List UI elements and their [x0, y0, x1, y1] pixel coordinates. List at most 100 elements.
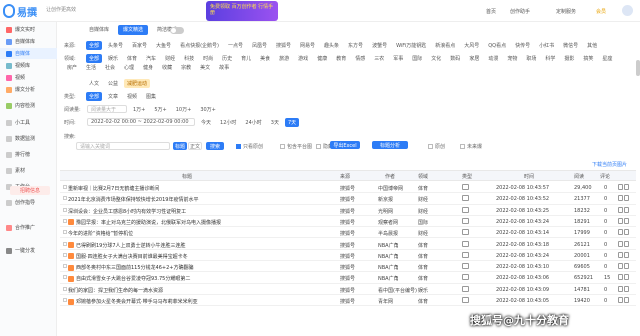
- table-row[interactable]: 邓婉蓓参加火星冬奥会开幕式·带手马马布莉菲米米利亚 搜狐号 青年网 体育 2022-02…: [60, 295, 636, 307]
- chip-source[interactable]: 网易号: [297, 41, 318, 50]
- tab-media-lib[interactable]: 自媒体库: [84, 25, 114, 35]
- copy-icon[interactable]: [618, 251, 623, 258]
- chip-source[interactable]: WiFi万能钥匙: [393, 41, 429, 50]
- chip-domain[interactable]: 宗教: [178, 63, 194, 72]
- sidebar-item-guide[interactable]: 创作指导: [0, 197, 57, 208]
- chip-domain[interactable]: 动漫: [485, 54, 501, 63]
- chip-domain[interactable]: 财经: [162, 54, 178, 63]
- nav-assistant[interactable]: 创作助手: [510, 8, 530, 15]
- chip-domain[interactable]: 健康: [314, 54, 330, 63]
- open-icon[interactable]: [624, 297, 629, 303]
- chip-source[interactable]: 波蟹号: [369, 41, 390, 50]
- copy-icon[interactable]: [618, 195, 623, 202]
- export-excel-button[interactable]: 导出Excel: [330, 141, 360, 149]
- title-analysis-button[interactable]: 标题分析: [372, 141, 408, 149]
- sidebar-item-video[interactable]: 视频: [0, 72, 57, 83]
- date-range-input[interactable]: 2022-02-02 00:00 ~ 2022-02-09 00:00: [87, 118, 195, 126]
- download-images-link[interactable]: 下载当前页图片: [592, 161, 627, 168]
- chip-time[interactable]: 7天: [284, 117, 300, 127]
- chip-domain[interactable]: 生活: [83, 63, 99, 72]
- scrollbar[interactable]: [636, 60, 640, 76]
- chip-domain[interactable]: 星座: [599, 54, 615, 63]
- sidebar-item-send[interactable]: 一键分发: [0, 245, 57, 256]
- sidebar-item-videolib[interactable]: 视频库: [0, 60, 57, 71]
- chip-domain[interactable]: 心理: [121, 63, 137, 72]
- chip-source[interactable]: 新浪看点: [432, 41, 458, 50]
- original-checkbox[interactable]: 原创: [428, 143, 445, 150]
- chip-domain[interactable]: 时尚: [200, 54, 216, 63]
- chip-source[interactable]: 小红书: [536, 41, 557, 50]
- chip-source[interactable]: 东方号: [345, 41, 366, 50]
- chip-domain[interactable]: 情感: [352, 54, 368, 63]
- chip-domain[interactable]: 人文: [86, 79, 102, 88]
- chip-source[interactable]: 其他: [584, 41, 600, 50]
- chip-domain[interactable]: 教育: [333, 54, 349, 63]
- chip-domain[interactable]: 汽车: [143, 54, 159, 63]
- chip-media[interactable]: 全部: [86, 91, 103, 101]
- chip-domain[interactable]: 美文: [197, 63, 213, 72]
- chip-source[interactable]: 全部: [86, 40, 103, 50]
- chip-read[interactable]: 5万+: [151, 105, 169, 114]
- sidebar-item-analysis[interactable]: 爆文分析: [0, 84, 57, 95]
- open-icon[interactable]: [624, 206, 629, 213]
- table-row[interactable]: 深圳设会：企业员工感恩8小时内有效学习性证明复工 搜狐号 光明网 财经 2022-02-…: [60, 205, 636, 216]
- chip-source[interactable]: 头条号: [105, 41, 126, 50]
- chip-media[interactable]: 图集: [143, 92, 159, 101]
- table-row[interactable]: 已得刷刷19分球7人上双勇士逆转小牛连胜三连胜 搜狐号 NBA广角 体育 2022-02…: [60, 239, 636, 250]
- copy-icon[interactable]: [618, 206, 623, 213]
- chip-domain[interactable]: 游戏: [295, 54, 311, 63]
- chip-source[interactable]: 看点快报(企鹅号): [177, 41, 222, 50]
- chip-time[interactable]: 今天: [198, 118, 214, 127]
- search-button[interactable]: 搜索: [206, 142, 224, 150]
- chip-media[interactable]: 文章: [105, 92, 121, 101]
- chip-source[interactable]: 一点号: [225, 41, 246, 50]
- chip-domain[interactable]: 家居: [466, 54, 482, 63]
- open-icon[interactable]: [624, 274, 629, 281]
- chip-domain[interactable]: 收藏: [159, 63, 175, 72]
- chip-source[interactable]: 趣头条: [321, 41, 342, 50]
- sidebar-item-rank[interactable]: 排行榜: [0, 149, 57, 160]
- open-icon[interactable]: [624, 229, 629, 236]
- chip-domain[interactable]: 全部: [86, 54, 103, 63]
- chip-domain[interactable]: 公益: [105, 79, 121, 88]
- sidebar-item-monitor[interactable]: 数据监测: [0, 133, 57, 144]
- chip-source[interactable]: 搜狐号: [273, 41, 294, 50]
- open-icon[interactable]: [624, 251, 629, 258]
- row-checkbox[interactable]: [63, 286, 67, 291]
- chip-domain[interactable]: 摄影: [561, 54, 577, 63]
- chip-read[interactable]: 10万+: [173, 105, 195, 114]
- copy-icon[interactable]: [618, 217, 623, 224]
- chip-read[interactable]: 1万+: [130, 105, 148, 114]
- row-checkbox[interactable]: [63, 241, 67, 246]
- table-row[interactable]: 国服·四连胜女子大满台决赛目前谁最美得宝超卡冬 搜狐号 NBA广角 体育 2022-02…: [60, 250, 636, 262]
- chip-domain[interactable]: 健身: [140, 63, 156, 72]
- copy-icon[interactable]: [618, 240, 623, 247]
- open-icon[interactable]: [624, 217, 629, 224]
- chip-time[interactable]: 24小时: [242, 118, 264, 127]
- chip-domain-vip[interactable]: 减肥运动: [124, 78, 151, 88]
- sidebar-item-asset[interactable]: 素材: [0, 165, 57, 176]
- copy-icon[interactable]: [618, 297, 623, 303]
- chip-domain[interactable]: 娱乐: [105, 54, 121, 63]
- chip-media[interactable]: 视频: [124, 92, 140, 101]
- sidebar-item-tools[interactable]: 小工具: [0, 117, 57, 128]
- chip-source[interactable]: QQ看点: [485, 41, 509, 50]
- chip-source[interactable]: 大风号: [461, 41, 482, 50]
- chip-source[interactable]: 百家号: [129, 41, 150, 50]
- app-logo[interactable]: 易撰: [3, 3, 37, 19]
- search-input[interactable]: 请输入关键词: [76, 142, 170, 150]
- future-hot-checkbox[interactable]: 未来爆: [460, 143, 482, 150]
- chip-domain[interactable]: 数码: [447, 54, 463, 63]
- chip-domain[interactable]: 社会: [102, 63, 118, 72]
- recruit-button[interactable]: 招聘信息: [10, 186, 50, 195]
- table-row[interactable]: 2021年北京消费市场整体保持较快增长2019年疫情前水平 搜狐号 新京报 财经 202…: [60, 193, 636, 205]
- open-icon[interactable]: [624, 240, 629, 247]
- chip-domain[interactable]: 育儿: [238, 54, 254, 63]
- chip-domain[interactable]: 美食: [257, 54, 273, 63]
- chip-domain[interactable]: 科技: [181, 54, 197, 63]
- chip-source[interactable]: 凤凰号: [249, 41, 270, 50]
- copy-icon[interactable]: [618, 263, 623, 270]
- nav-vip[interactable]: 会员: [596, 8, 606, 15]
- chip-domain[interactable]: 科学: [542, 54, 558, 63]
- simple-mode-toggle[interactable]: [170, 27, 184, 34]
